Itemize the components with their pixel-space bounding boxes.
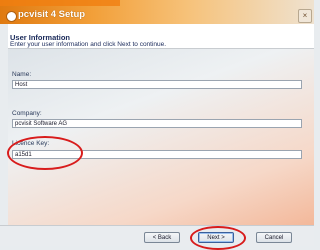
app-icon — [6, 11, 17, 22]
cancel-button[interactable]: Cancel — [256, 232, 292, 243]
name-field[interactable]: Host — [12, 80, 302, 89]
page-subtitle: Enter your user information and click Ne… — [10, 41, 167, 48]
licence-key-highlight — [7, 136, 83, 170]
company-label: Company: — [12, 110, 42, 117]
close-button[interactable]: × — [298, 9, 312, 23]
company-field[interactable]: pcvisit Software AG — [12, 119, 302, 128]
back-button[interactable]: < Back — [144, 232, 180, 243]
window-title: pcvisit 4 Setup — [18, 9, 86, 20]
next-button-highlight — [190, 226, 246, 250]
name-label: Name: — [12, 71, 32, 78]
